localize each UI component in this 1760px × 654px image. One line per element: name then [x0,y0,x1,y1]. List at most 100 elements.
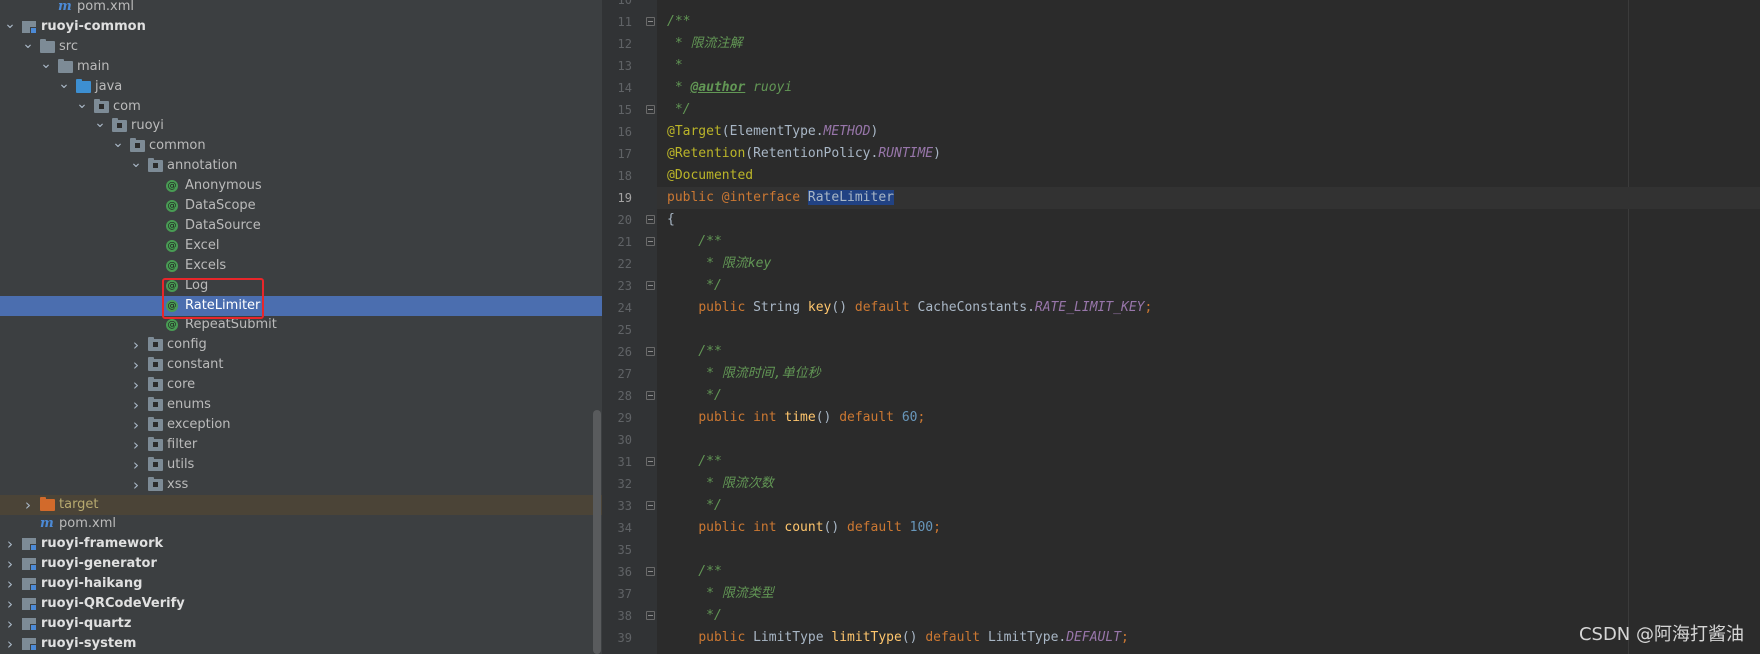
chevron-right-icon[interactable]: › [130,335,142,355]
code-line[interactable]: public @interface RateLimiter [667,187,894,209]
chevron-down-icon[interactable]: ⌄ [58,77,70,97]
folder-icon [40,38,55,53]
tree-item-pom-xml[interactable]: m pom.xml [0,0,602,17]
tree-item-excel[interactable]: @ Excel [0,236,602,256]
chevron-right-icon[interactable]: › [130,415,142,435]
tree-item-common[interactable]: ⌄ common [0,136,602,156]
code-line[interactable]: /** [667,231,722,253]
tree-item-ratelimiter[interactable]: @ RateLimiter [0,295,602,316]
chevron-down-icon[interactable]: ⌄ [4,17,16,37]
tree-item-constant[interactable]: › constant [0,355,602,375]
code-line[interactable]: { [667,209,675,231]
code-line[interactable]: * 限流类型 [667,583,774,605]
code-line[interactable]: /** [667,11,690,33]
code-token: * [667,58,683,73]
code-line[interactable]: /** [667,341,722,363]
code-line[interactable]: public String key() default CacheConstan… [667,297,1152,319]
tree-item-ruoyi-haikang[interactable]: › ruoyi-haikang [0,574,602,594]
chevron-right-icon[interactable]: › [4,614,16,634]
chevron-down-icon[interactable]: ⌄ [40,57,52,77]
fold-marker-icon[interactable] [646,105,655,114]
tree-item-java[interactable]: ⌄ java [0,77,602,97]
code-line[interactable]: @Documented [667,165,753,187]
tree-item-datascope[interactable]: @ DataScope [0,196,602,216]
chevron-down-icon[interactable]: ⌄ [76,97,88,117]
fold-marker-icon[interactable] [646,457,655,466]
code-line[interactable]: */ [667,495,722,517]
code-line[interactable]: * 限流注解 [667,33,743,55]
code-line[interactable]: public int time() default 60; [667,407,925,429]
fold-marker-icon[interactable] [646,347,655,356]
chevron-down-icon[interactable]: ⌄ [94,116,106,136]
tree-item-src[interactable]: ⌄ src [0,37,602,57]
chevron-down-icon[interactable]: ⌄ [112,136,124,156]
tree-item-core[interactable]: › core [0,375,602,395]
tree-item-main[interactable]: ⌄ main [0,57,602,77]
chevron-right-icon[interactable]: › [130,395,142,415]
tree-item-target[interactable]: › target [0,494,602,515]
tree-item-anonymous[interactable]: @ Anonymous [0,176,602,196]
package-icon [148,158,163,173]
code-line[interactable]: * 限流时间,单位秒 [667,363,821,385]
fold-marker-icon[interactable] [646,567,655,576]
chevron-right-icon[interactable]: › [130,455,142,475]
fold-marker-icon[interactable] [646,215,655,224]
code-line[interactable]: public int count() default 100; [667,517,941,539]
chevron-right-icon[interactable]: › [130,435,142,455]
chevron-right-icon[interactable]: › [4,634,16,654]
code-line[interactable]: */ [667,385,722,407]
code-line[interactable]: @Target(ElementType.METHOD) [667,121,878,143]
fold-marker-icon[interactable] [646,17,655,26]
fold-marker-icon[interactable] [646,281,655,290]
chevron-right-icon[interactable]: › [4,554,16,574]
chevron-down-icon[interactable]: ⌄ [130,156,142,176]
fold-marker-icon[interactable] [646,501,655,510]
tree-scrollbar[interactable] [593,410,601,654]
code-line[interactable]: /** [667,451,722,473]
tree-item-ruoyi-qrcodeverify[interactable]: › ruoyi-QRCodeVerify [0,594,602,614]
code-line[interactable]: */ [667,275,722,297]
tree-item-annotation[interactable]: ⌄ annotation [0,156,602,176]
tree-item-datasource[interactable]: @ DataSource [0,216,602,236]
chevron-right-icon[interactable]: › [130,355,142,375]
tree-item-ruoyi-quartz[interactable]: › ruoyi-quartz [0,614,602,634]
code-line[interactable]: */ [667,99,691,121]
code-line[interactable]: * 限流key [667,253,771,275]
tree-item-ruoyi-common[interactable]: ⌄ ruoyi-common [0,17,602,37]
chevron-right-icon[interactable]: › [4,534,16,554]
tree-item-ruoyi[interactable]: ⌄ ruoyi [0,116,602,136]
tree-item-ruoyi-generator[interactable]: › ruoyi-generator [0,554,602,574]
chevron-right-icon[interactable]: › [130,375,142,395]
tree-item-ruoyi-framework[interactable]: › ruoyi-framework [0,534,602,554]
chevron-right-icon[interactable]: › [22,495,34,515]
tree-item-pom-xml[interactable]: m pom.xml [0,514,602,534]
code-token: DEFAULT [1066,630,1122,645]
code-editor[interactable]: /** * 限流注解 * * @author ruoyi */ @Target(E… [657,0,1760,654]
code-line[interactable]: @Retention(RetentionPolicy.RUNTIME) [667,143,941,165]
code-line[interactable]: * @author ruoyi [667,77,792,99]
code-line[interactable]: /** [667,561,722,583]
tree-item-config[interactable]: › config [0,335,602,355]
tree-item-xss[interactable]: › xss [0,475,602,495]
tree-item-utils[interactable]: › utils [0,455,602,475]
code-line[interactable]: * [667,55,683,77]
code-line[interactable]: */ [667,605,722,627]
tree-item-enums[interactable]: › enums [0,395,602,415]
code-line[interactable]: * 限流次数 [667,473,774,495]
tree-item-exception[interactable]: › exception [0,415,602,435]
chevron-right-icon[interactable]: › [130,475,142,495]
chevron-down-icon[interactable]: ⌄ [22,37,34,57]
code-line[interactable]: public LimitType limitType() default Lim… [667,627,1129,649]
tree-item-log[interactable]: @ Log [0,276,602,296]
fold-marker-icon[interactable] [646,391,655,400]
project-tree-panel[interactable]: m pom.xml ⌄ ruoyi-common ⌄ src ⌄ main ⌄ java ⌄ com ⌄… [0,0,602,654]
chevron-right-icon[interactable]: › [4,574,16,594]
fold-marker-icon[interactable] [646,237,655,246]
tree-item-ruoyi-system[interactable]: › ruoyi-system [0,634,602,654]
tree-item-excels[interactable]: @ Excels [0,256,602,276]
tree-item-repeatsubmit[interactable]: @ RepeatSubmit [0,315,602,335]
chevron-right-icon[interactable]: › [4,594,16,614]
tree-item-filter[interactable]: › filter [0,435,602,455]
tree-item-com[interactable]: ⌄ com [0,97,602,117]
fold-marker-icon[interactable] [646,611,655,620]
